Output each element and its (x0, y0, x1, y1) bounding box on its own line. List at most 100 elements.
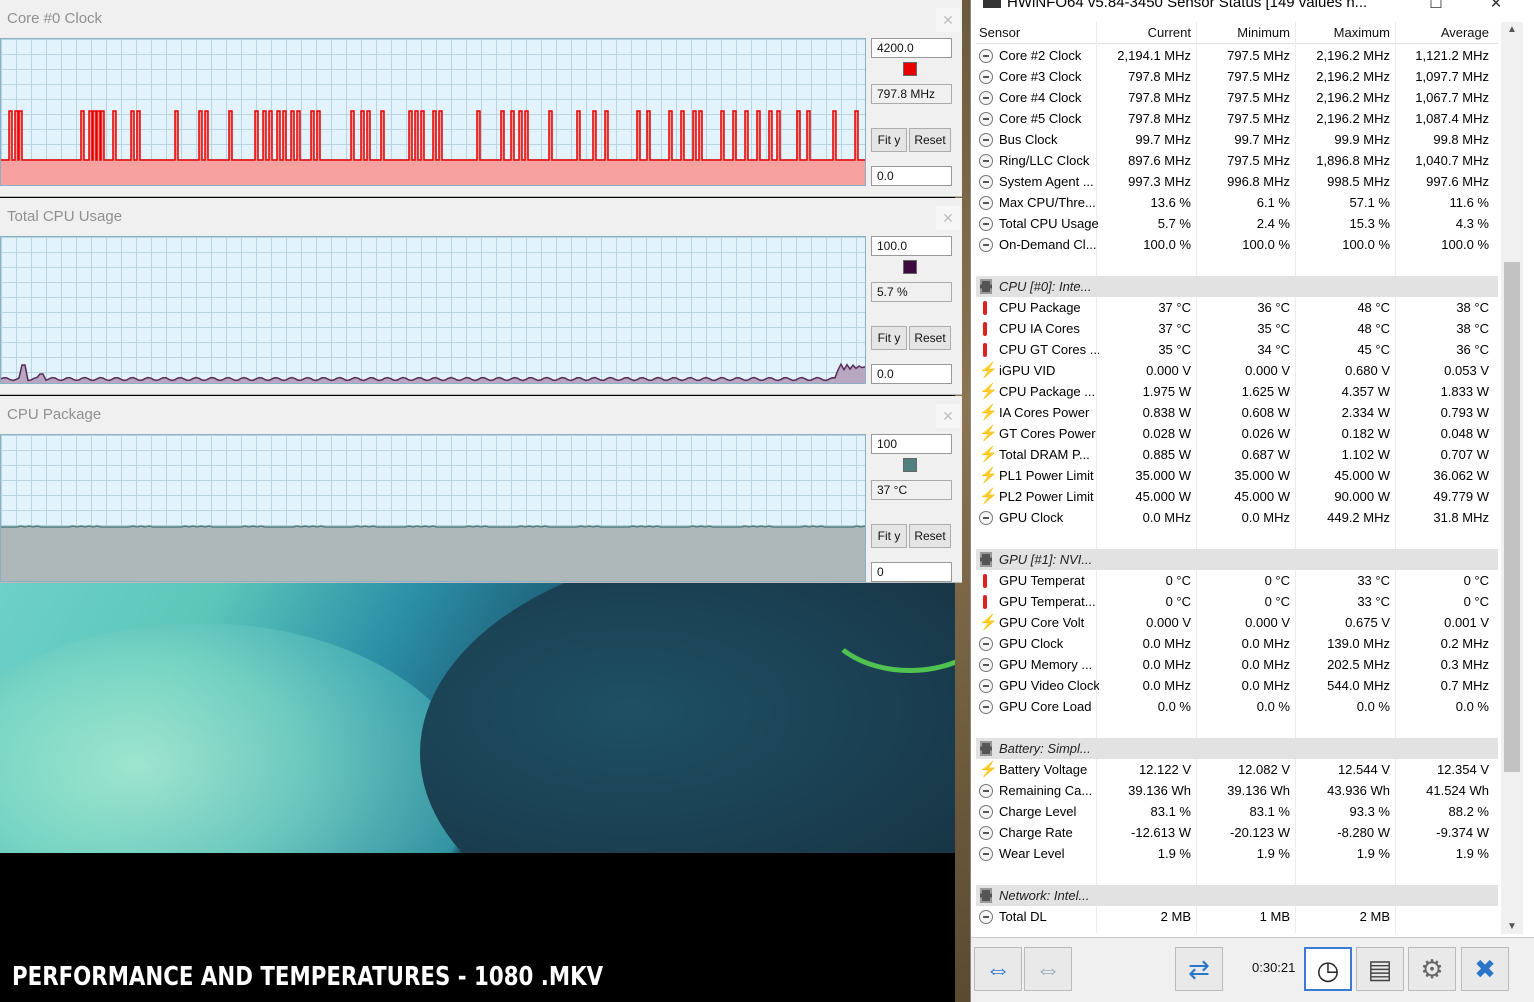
scroll-up-icon[interactable]: ▲ (1501, 24, 1523, 35)
close-app-icon[interactable]: ✖ (1461, 947, 1509, 991)
sensor-row[interactable]: Core #4 Clock 797.8 MHz 797.5 MHz 2,196.2 M… (976, 87, 1498, 108)
sensor-row[interactable]: Charge Level 83.1 % 83.1 % 93.3 % 88.2 % (976, 801, 1498, 822)
network-icon[interactable]: ⇄ (1175, 947, 1223, 991)
current-value: 2,194.1 MHz (1117, 48, 1191, 63)
column-minimum[interactable]: Minimum (1237, 25, 1290, 40)
current-value: 39.136 Wh (1128, 783, 1191, 798)
column-sensor[interactable]: Sensor (979, 25, 1020, 40)
graph-color-swatch[interactable] (903, 260, 917, 274)
close-icon[interactable]: ✕ (936, 404, 960, 428)
graph-min-value[interactable]: 0.0 (871, 166, 952, 186)
scroll-down-icon[interactable]: ▼ (1501, 921, 1523, 932)
maximum-value: 93.3 % (1349, 804, 1390, 819)
graph-current-value: 37 °C (871, 480, 952, 500)
navigate-arrows-icon[interactable]: ⇔ (974, 947, 1022, 991)
sensor-name: CPU IA Cores (999, 321, 1080, 336)
reset-button[interactable]: Reset (909, 326, 951, 350)
clock-sensor-icon (979, 196, 993, 210)
sensor-row[interactable]: Wear Level 1.9 % 1.9 % 1.9 % 1.9 % (976, 843, 1498, 864)
sensor-row[interactable]: System Agent ... 997.3 MHz 996.8 MHz 998.5 … (976, 171, 1498, 192)
sensor-row[interactable]: CPU IA Cores 37 °C 35 °C 48 °C 38 °C (976, 318, 1498, 339)
graph-color-swatch[interactable] (903, 62, 917, 76)
sensor-group-row[interactable]: CPU [#0]: Inte... (976, 276, 1498, 297)
sensor-row[interactable]: GPU Memory ... 0.0 MHz 0.0 MHz 202.5 MHz 0.3… (976, 654, 1498, 675)
graph-min-value[interactable]: 0.0 (871, 364, 952, 384)
log-file-icon[interactable]: ▤ (1356, 947, 1404, 991)
sensor-row[interactable]: ⚡ PL1 Power Limit 35.000 W 35.000 W 45.000 W… (976, 465, 1498, 486)
maximum-value: 43.936 Wh (1327, 783, 1390, 798)
clock-sensor-icon (979, 217, 993, 231)
current-value: 13.6 % (1150, 195, 1191, 210)
hwinfo-app-icon (983, 0, 1001, 8)
sensor-row[interactable]: GPU Clock 0.0 MHz 0.0 MHz 449.2 MHz 31.8 MHz (976, 507, 1498, 528)
sensor-row[interactable]: CPU Package 37 °C 36 °C 48 °C 38 °C (976, 297, 1498, 318)
close-icon[interactable]: ✕ (936, 206, 960, 230)
graph-max-value[interactable]: 100 (871, 434, 952, 454)
sensor-group-row[interactable]: Battery: Simpl... (976, 738, 1498, 759)
graph-window-total-cpu-usage: Total CPU Usage ✕ 100.0 5.7 % Fit y Rese… (0, 198, 962, 395)
spacer-row (976, 717, 1498, 738)
sensor-row[interactable]: ⚡ GT Cores Power 0.028 W 0.026 W 0.182 W 0.04… (976, 423, 1498, 444)
average-value: 99.8 MHz (1433, 132, 1489, 147)
sensor-row[interactable]: GPU Temperat... 0 °C 0 °C 33 °C 0 °C (976, 591, 1498, 612)
sensor-group-row[interactable]: Network: Intel... (976, 885, 1498, 906)
reset-button[interactable]: Reset (909, 524, 951, 548)
fit-y-button[interactable]: Fit y (871, 128, 907, 152)
minimum-value: 1.625 W (1241, 384, 1290, 399)
sensor-row[interactable]: Ring/LLC Clock 897.6 MHz 797.5 MHz 1,896.8 … (976, 150, 1498, 171)
reset-button[interactable]: Reset (909, 128, 951, 152)
sensor-row[interactable]: ⚡ iGPU VID 0.000 V 0.000 V 0.680 V 0.053 V (976, 360, 1498, 381)
graph-line (1, 110, 865, 185)
sensor-row[interactable]: GPU Core Load 0.0 % 0.0 % 0.0 % 0.0 % (976, 696, 1498, 717)
graph-max-value[interactable]: 100.0 (871, 236, 952, 256)
sensor-row[interactable]: Bus Clock 99.7 MHz 99.7 MHz 99.9 MHz 99.8 MH… (976, 129, 1498, 150)
sensor-group-row[interactable]: GPU [#1]: NVI... (976, 549, 1498, 570)
maximum-value: 2.334 W (1341, 405, 1390, 420)
current-value: 1.9 % (1157, 846, 1191, 861)
sensor-row[interactable]: ⚡ IA Cores Power 0.838 W 0.608 W 2.334 W 0.79… (976, 402, 1498, 423)
sensor-row[interactable]: ⚡ GPU Core Volt 0.000 V 0.000 V 0.675 V 0.001… (976, 612, 1498, 633)
sensor-row[interactable]: GPU Clock 0.0 MHz 0.0 MHz 139.0 MHz 0.2 MHz (976, 633, 1498, 654)
sensor-row[interactable]: GPU Temperat 0 °C 0 °C 33 °C 0 °C (976, 570, 1498, 591)
sensor-row[interactable]: ⚡ Total DRAM P... 0.885 W 0.687 W 1.102 W 0.7… (976, 444, 1498, 465)
screen: PERFORMANCE AND TEMPERATURES - 1080 .MKV… (0, 0, 1534, 1002)
column-maximum[interactable]: Maximum (1334, 25, 1390, 40)
navigate-arrows-disabled-icon[interactable]: ⇔ (1024, 947, 1072, 991)
sensor-list[interactable]: Core #2 Clock 2,194.1 MHz 797.5 MHz 2,196.2… (976, 45, 1498, 933)
sensor-row[interactable]: CPU GT Cores ... 35 °C 34 °C 45 °C 36 °C (976, 339, 1498, 360)
sensor-row[interactable]: Remaining Ca... 39.136 Wh 39.136 Wh 43.936 … (976, 780, 1498, 801)
sensor-row[interactable]: Core #5 Clock 797.8 MHz 797.5 MHz 2,196.2 M… (976, 108, 1498, 129)
sensor-row[interactable]: ⚡ Battery Voltage 12.122 V 12.082 V 12.544 V… (976, 759, 1498, 780)
sensor-name: GPU [#1]: NVI... (999, 552, 1093, 567)
graph-max-value[interactable]: 4200.0 (871, 38, 952, 58)
vertical-scrollbar[interactable]: ▲ ▼ (1501, 22, 1523, 934)
sensor-row[interactable]: Max CPU/Thre... 13.6 % 6.1 % 57.1 % 11.6 % (976, 192, 1498, 213)
sensor-row[interactable]: Core #3 Clock 797.8 MHz 797.5 MHz 2,196.2 M… (976, 66, 1498, 87)
graph-color-swatch[interactable] (903, 458, 917, 472)
fit-y-button[interactable]: Fit y (871, 524, 907, 548)
sensor-row[interactable]: Charge Rate -12.613 W -20.123 W -8.280 W -9.… (976, 822, 1498, 843)
settings-gear-icon[interactable]: ⚙ (1408, 947, 1456, 991)
sensor-row[interactable]: GPU Video Clock 0.0 MHz 0.0 MHz 544.0 MHz 0.… (976, 675, 1498, 696)
graph-controls: 4200.0 797.8 MHz Fit y Reset 0.0 (870, 38, 955, 188)
average-value: 0 °C (1463, 573, 1489, 588)
scrollbar-thumb[interactable] (1504, 262, 1520, 772)
sensor-row[interactable]: Total CPU Usage 5.7 % 2.4 % 15.3 % 4.3 % (976, 213, 1498, 234)
maximize-icon[interactable]: ☐ (1426, 0, 1446, 12)
close-icon[interactable]: ✕ (1486, 0, 1506, 12)
fit-y-button[interactable]: Fit y (871, 326, 907, 350)
maximum-value: 0.680 V (1345, 363, 1390, 378)
sensor-row[interactable]: Total DL 2 MB 1 MB 2 MB (976, 906, 1498, 927)
column-average[interactable]: Average (1441, 25, 1489, 40)
graph-window-core0-clock: Core #0 Clock ✕ 4200.0 797.8 MHz Fit y R… (0, 0, 962, 197)
minimum-value: 0.0 MHz (1241, 678, 1290, 693)
sensor-row[interactable]: On-Demand Cl... 100.0 % 100.0 % 100.0 % 100.… (976, 234, 1498, 255)
column-current[interactable]: Current (1148, 25, 1191, 40)
sensor-row[interactable]: Core #2 Clock 2,194.1 MHz 797.5 MHz 2,196.2… (976, 45, 1498, 66)
sensor-row[interactable]: ⚡ CPU Package ... 1.975 W 1.625 W 4.357 W 1.8… (976, 381, 1498, 402)
clock-icon[interactable]: ◷ (1304, 947, 1352, 991)
close-icon[interactable]: ✕ (936, 8, 960, 32)
graph-min-value[interactable]: 0 (871, 562, 952, 582)
sensor-row[interactable]: ⚡ PL2 Power Limit 45.000 W 45.000 W 90.000 W… (976, 486, 1498, 507)
current-value: 37 °C (1158, 300, 1191, 315)
